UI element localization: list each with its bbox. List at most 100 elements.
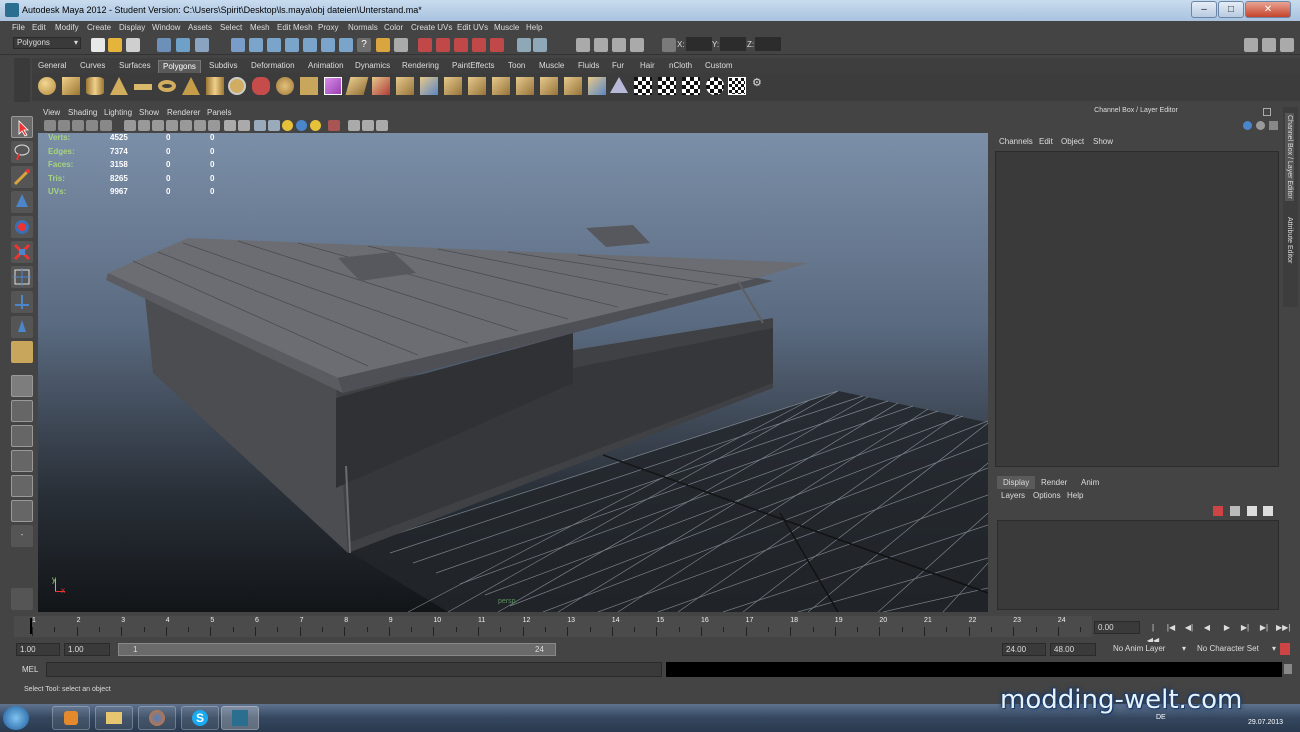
collapse-icon[interactable] bbox=[540, 77, 558, 95]
layer-tab-display[interactable]: Display bbox=[997, 476, 1036, 489]
go-to-start-button[interactable]: |◀◀ bbox=[1146, 621, 1160, 645]
safe-action-icon[interactable] bbox=[180, 120, 192, 131]
sidebar-toggle-icon[interactable] bbox=[517, 38, 531, 52]
select-hierarchy-icon[interactable] bbox=[157, 38, 171, 52]
menu-proxy[interactable]: Proxy bbox=[318, 23, 338, 32]
universal-manipulator-icon[interactable] bbox=[11, 266, 33, 288]
snap-view-plane-icon[interactable] bbox=[285, 38, 299, 52]
make-live-icon[interactable] bbox=[303, 38, 317, 52]
shelf-tab-ncloth[interactable]: nCloth bbox=[665, 60, 696, 73]
step-forward-frame-button[interactable]: ▶| bbox=[1257, 621, 1271, 634]
menu-window[interactable]: Window bbox=[152, 23, 180, 32]
uv-texture-editor-icon[interactable] bbox=[728, 77, 746, 95]
vp-menu-view[interactable]: View bbox=[43, 108, 60, 117]
new-layer-selected-icon[interactable] bbox=[1230, 506, 1240, 516]
step-forward-key-button[interactable]: ▶| bbox=[1238, 621, 1252, 634]
checker-uv-icon[interactable] bbox=[634, 77, 652, 95]
playback-start-field[interactable]: 1.00 bbox=[64, 643, 110, 656]
shelf-tab-polygons[interactable]: Polygons bbox=[158, 60, 201, 73]
poly-pyramid-icon[interactable] bbox=[182, 77, 200, 95]
menu-modify[interactable]: Modify bbox=[55, 23, 79, 32]
menu-mesh[interactable]: Mesh bbox=[250, 23, 270, 32]
new-scene-icon[interactable] bbox=[91, 38, 105, 52]
vp-menu-lighting[interactable]: Lighting bbox=[104, 108, 132, 117]
start-time-field[interactable]: 1.00 bbox=[16, 643, 60, 656]
soft-modification-icon[interactable] bbox=[11, 291, 33, 313]
channel-box-tool-icon[interactable] bbox=[1269, 121, 1278, 130]
xray-joints-icon[interactable] bbox=[362, 120, 374, 131]
shelf-tab-muscle[interactable]: Muscle bbox=[535, 60, 568, 73]
poly-pipe-icon[interactable] bbox=[206, 77, 224, 95]
persp-graph-layout-icon[interactable] bbox=[11, 450, 33, 472]
planar-mapping-icon[interactable] bbox=[588, 77, 606, 95]
combine-icon[interactable] bbox=[252, 77, 270, 95]
render-view-icon[interactable] bbox=[418, 38, 432, 52]
auto-key-icon[interactable] bbox=[1280, 643, 1290, 655]
help-icon[interactable]: ? bbox=[357, 38, 371, 52]
command-input[interactable] bbox=[46, 662, 662, 677]
vp-menu-renderer[interactable]: Renderer bbox=[167, 108, 200, 117]
extract-icon[interactable] bbox=[300, 77, 318, 95]
layer-menu-layers[interactable]: Layers bbox=[1001, 491, 1025, 500]
shelf-tab-surfaces[interactable]: Surfaces bbox=[115, 60, 155, 73]
more-layouts-icon[interactable]: - bbox=[11, 525, 33, 547]
shelf-tab-fur[interactable]: Fur bbox=[608, 60, 628, 73]
checker-uv-3-icon[interactable] bbox=[682, 77, 700, 95]
channel-box-icon[interactable] bbox=[612, 38, 626, 52]
cb-menu-channels[interactable]: Channels bbox=[999, 137, 1033, 146]
all-lights-icon[interactable] bbox=[296, 120, 307, 131]
channel-box-toggle-icon[interactable] bbox=[1256, 121, 1265, 130]
checker-uv-4-icon[interactable] bbox=[706, 77, 724, 95]
menu-normals[interactable]: Normals bbox=[348, 23, 378, 32]
layer-list[interactable] bbox=[997, 520, 1279, 610]
taskbar-skype[interactable]: S bbox=[181, 706, 219, 730]
layer-tab-anim[interactable]: Anim bbox=[1075, 476, 1105, 489]
anim-layer-dropdown[interactable]: No Anim Layer ▾ bbox=[1110, 643, 1188, 656]
new-layer-icon[interactable] bbox=[1213, 506, 1223, 516]
smooth-icon[interactable] bbox=[324, 77, 342, 95]
channel-box-toggle-icon[interactable] bbox=[1280, 38, 1294, 52]
shelf-side-menu[interactable] bbox=[14, 58, 30, 102]
shelf-tab-subdivs[interactable]: Subdivs bbox=[205, 60, 241, 73]
step-back-key-button[interactable]: ◀| bbox=[1182, 621, 1196, 634]
menu-color[interactable]: Color bbox=[384, 23, 403, 32]
persp-outliner-layout-icon[interactable] bbox=[11, 425, 33, 447]
poly-cube-icon[interactable] bbox=[62, 77, 80, 95]
open-scene-icon[interactable] bbox=[108, 38, 122, 52]
layer-editor-icon[interactable] bbox=[630, 38, 644, 52]
channel-box-settings-icon[interactable] bbox=[1243, 121, 1252, 130]
extrude-icon[interactable] bbox=[345, 77, 369, 95]
panel-float-icon[interactable] bbox=[1263, 108, 1271, 116]
mel-label[interactable]: MEL bbox=[22, 665, 38, 674]
camera-attributes-icon[interactable] bbox=[58, 120, 70, 131]
layer-tab-render[interactable]: Render bbox=[1035, 476, 1073, 489]
insert-edge-loop-icon[interactable] bbox=[444, 77, 462, 95]
y-field[interactable] bbox=[720, 37, 746, 51]
current-frame-field[interactable]: 0.00 bbox=[1094, 621, 1140, 634]
menu-edit-mesh[interactable]: Edit Mesh bbox=[277, 23, 313, 32]
layer-menu-options[interactable]: Options bbox=[1033, 491, 1061, 500]
menu-muscle[interactable]: Muscle bbox=[494, 23, 519, 32]
vp-menu-show[interactable]: Show bbox=[139, 108, 159, 117]
render-frame-icon[interactable] bbox=[436, 38, 450, 52]
default-light-icon[interactable] bbox=[282, 120, 293, 131]
attribute-editor-icon[interactable] bbox=[576, 38, 590, 52]
z-field[interactable] bbox=[755, 37, 781, 51]
smooth-shade-icon[interactable] bbox=[238, 120, 250, 131]
hypershade-icon[interactable] bbox=[490, 38, 504, 52]
panel-layout-icon[interactable] bbox=[1244, 38, 1258, 52]
tool-settings-icon[interactable] bbox=[594, 38, 608, 52]
menu-edit[interactable]: Edit bbox=[32, 23, 46, 32]
go-to-end-button[interactable]: ▶▶| bbox=[1276, 621, 1290, 634]
taskbar-explorer[interactable] bbox=[95, 706, 133, 730]
field-chart-icon[interactable] bbox=[166, 120, 178, 131]
x-field[interactable] bbox=[686, 37, 712, 51]
append-polygon-icon[interactable] bbox=[396, 77, 414, 95]
image-plane-icon[interactable] bbox=[86, 120, 98, 131]
bevel-icon[interactable] bbox=[492, 77, 510, 95]
channel-box-area[interactable] bbox=[995, 151, 1279, 467]
safe-title-icon[interactable] bbox=[194, 120, 206, 131]
save-scene-icon[interactable] bbox=[126, 38, 140, 52]
attribute-editor-toggle-icon[interactable] bbox=[1262, 38, 1276, 52]
start-button[interactable] bbox=[3, 706, 29, 730]
